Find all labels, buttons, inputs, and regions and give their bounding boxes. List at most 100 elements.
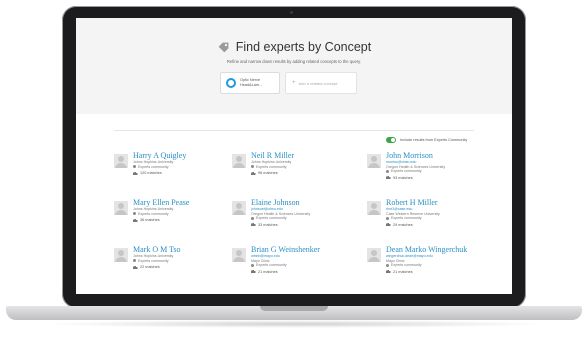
matches-icon bbox=[133, 265, 138, 269]
expert-matches-count: 96 matches bbox=[258, 171, 278, 176]
expert-community: Experts community bbox=[133, 165, 245, 170]
divider bbox=[114, 130, 474, 131]
page-subtitle: Refine and narrow down results by adding… bbox=[226, 59, 362, 64]
matches-icon bbox=[386, 270, 391, 274]
add-related-concept-button[interactable]: + Add a related concept bbox=[285, 72, 357, 94]
page-title: Find experts by Concept bbox=[235, 40, 372, 54]
community-icon bbox=[251, 216, 254, 220]
matches-icon bbox=[251, 270, 256, 274]
expert-name-link[interactable]: Elaine Johnson bbox=[251, 198, 363, 207]
expert-matches-count: 29 matches bbox=[393, 222, 413, 227]
tag-icon bbox=[218, 42, 229, 52]
expert-matches: 21 matches bbox=[251, 269, 363, 275]
community-toggle[interactable] bbox=[386, 137, 396, 143]
expert-community: Experts community bbox=[251, 165, 363, 170]
expert-details: Mary Ellen Pease Johns Hopkins University… bbox=[133, 198, 245, 223]
concept-chip[interactable]: Optic Nerve Head&Lam... bbox=[220, 72, 280, 94]
expert-details: Neil R Miller Johns Hopkins University Exp… bbox=[251, 151, 363, 176]
expert-details: Dean Marko Wingerchuk wingerchuk.dean@may… bbox=[386, 245, 498, 275]
plus-icon: + bbox=[292, 80, 296, 86]
matches-icon bbox=[251, 223, 256, 227]
laptop-notch bbox=[260, 306, 328, 311]
expert-card[interactable]: Robert H Miller rhm3@case.edu Case Western… bbox=[367, 198, 497, 242]
expert-name-link[interactable]: Brian G Weinshenker bbox=[251, 245, 363, 254]
expert-card[interactable]: Harry A Quigley Johns Hopkins University E… bbox=[114, 151, 244, 195]
matches-icon bbox=[133, 218, 138, 222]
expert-matches-count: 93 matches bbox=[393, 175, 413, 180]
expert-details: Brian G Weinshenker weinb@mayo.edu Mayo Cl… bbox=[251, 245, 363, 275]
avatar bbox=[367, 201, 381, 215]
expert-community: Experts community bbox=[251, 263, 363, 268]
community-toggle-label: Include results from Experts Community bbox=[400, 138, 468, 142]
community-icon bbox=[133, 259, 136, 263]
community-icon bbox=[386, 169, 389, 173]
matches-icon bbox=[386, 176, 391, 180]
expert-name-link[interactable]: Dean Marko Wingerchuk bbox=[386, 245, 498, 254]
expert-card[interactable]: Mark O M Tso Johns Hopkins University Expe… bbox=[114, 245, 244, 289]
expert-matches-count: 33 matches bbox=[258, 222, 278, 227]
avatar bbox=[114, 248, 128, 262]
expert-community-label: Experts community bbox=[256, 263, 287, 268]
expert-matches: 96 matches bbox=[251, 170, 363, 176]
community-icon bbox=[133, 165, 136, 169]
expert-community-label: Experts community bbox=[138, 211, 169, 216]
laptop-base bbox=[6, 306, 582, 320]
matches-icon bbox=[133, 171, 138, 175]
expert-community: Experts community bbox=[133, 259, 245, 264]
expert-card[interactable]: Elaine Johnson johnsoel@ohsu.edu Oregon He… bbox=[232, 198, 362, 242]
expert-matches: 29 matches bbox=[386, 222, 498, 228]
expert-card[interactable]: Mary Ellen Pease Johns Hopkins University… bbox=[114, 198, 244, 242]
screen: Find experts by Concept Refine and narro… bbox=[76, 18, 512, 294]
community-icon bbox=[386, 216, 389, 220]
expert-community: Experts community bbox=[386, 263, 498, 268]
concept-chip-label: Optic Nerve Head&Lam... bbox=[240, 78, 262, 88]
expert-matches: 21 matches bbox=[386, 269, 498, 275]
expert-name-link[interactable]: Robert H Miller bbox=[386, 198, 498, 207]
avatar bbox=[114, 201, 128, 215]
expert-community: Experts community bbox=[251, 216, 363, 221]
expert-name-link[interactable]: John Morrison bbox=[386, 151, 498, 160]
expert-matches-count: 36 matches bbox=[140, 218, 160, 223]
avatar bbox=[232, 154, 246, 168]
expert-card[interactable]: Dean Marko Wingerchuk wingerchuk.dean@may… bbox=[367, 245, 497, 289]
concept-ring-icon bbox=[226, 78, 236, 88]
expert-matches-count: 22 matches bbox=[140, 265, 160, 270]
expert-name-link[interactable]: Mary Ellen Pease bbox=[133, 198, 245, 207]
expert-community-label: Experts community bbox=[256, 216, 287, 221]
community-icon bbox=[386, 263, 389, 267]
expert-name-link[interactable]: Mark O M Tso bbox=[133, 245, 245, 254]
avatar bbox=[367, 248, 381, 262]
matches-icon bbox=[251, 171, 256, 175]
avatar bbox=[114, 154, 128, 168]
expert-community: Experts community bbox=[386, 169, 498, 174]
expert-details: Elaine Johnson johnsoel@ohsu.edu Oregon He… bbox=[251, 198, 363, 228]
expert-card[interactable]: John Morrison morriso@ohsu.edu Oregon Heal… bbox=[367, 151, 497, 195]
community-icon bbox=[251, 165, 254, 169]
expert-matches: 36 matches bbox=[133, 217, 245, 223]
expert-community-label: Experts community bbox=[256, 164, 287, 169]
expert-details: Harry A Quigley Johns Hopkins University E… bbox=[133, 151, 245, 176]
expert-community-label: Experts community bbox=[138, 164, 169, 169]
expert-matches: 120 matches bbox=[133, 170, 245, 176]
matches-icon bbox=[386, 223, 391, 227]
add-related-concept-label: Add a related concept bbox=[298, 80, 338, 86]
expert-matches-count: 120 matches bbox=[140, 171, 162, 176]
expert-matches: 22 matches bbox=[133, 264, 245, 270]
community-icon bbox=[133, 212, 136, 216]
expert-community-label: Experts community bbox=[138, 258, 169, 263]
expert-community-label: Experts community bbox=[391, 263, 422, 268]
community-toggle-row: Include results from Experts Community bbox=[386, 137, 467, 143]
expert-community: Experts community bbox=[133, 212, 245, 217]
expert-matches-count: 21 matches bbox=[258, 269, 278, 274]
camera-icon bbox=[290, 11, 293, 14]
laptop-shadow bbox=[40, 320, 548, 328]
expert-name-link[interactable]: Harry A Quigley bbox=[133, 151, 245, 160]
expert-community: Experts community bbox=[386, 216, 498, 221]
expert-card[interactable]: Neil R Miller Johns Hopkins University Exp… bbox=[232, 151, 362, 195]
expert-name-link[interactable]: Neil R Miller bbox=[251, 151, 363, 160]
expert-details: John Morrison morriso@ohsu.edu Oregon Heal… bbox=[386, 151, 498, 181]
avatar bbox=[232, 201, 246, 215]
expert-details: Robert H Miller rhm3@case.edu Case Western… bbox=[386, 198, 498, 228]
expert-card[interactable]: Brian G Weinshenker weinb@mayo.edu Mayo Cl… bbox=[232, 245, 362, 289]
expert-matches-count: 21 matches bbox=[393, 269, 413, 274]
